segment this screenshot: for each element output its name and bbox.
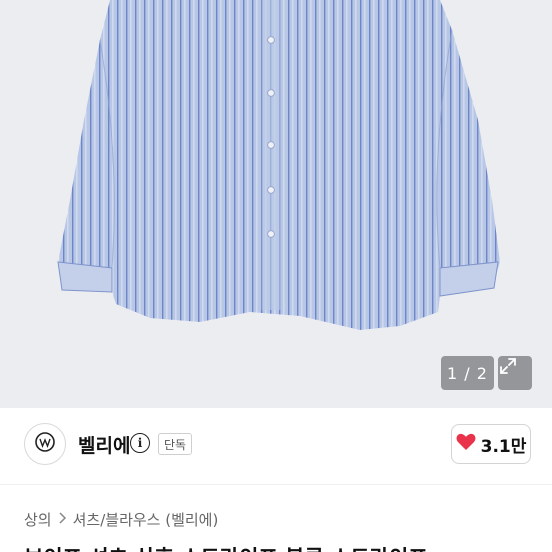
breadcrumb-item-category[interactable]: 상의: [24, 509, 52, 530]
breadcrumb: 상의 셔츠/블라우스 (벨리에): [24, 509, 218, 530]
heart-icon: [456, 433, 476, 455]
info-icon[interactable]: i: [130, 433, 150, 453]
brand-logo: [34, 431, 56, 457]
seller-avatar[interactable]: [24, 423, 66, 465]
like-button[interactable]: 3.1만: [451, 424, 531, 464]
breadcrumb-item-subcategory[interactable]: 셔츠/블라우스 (벨리에): [73, 509, 219, 530]
exclusive-badge: 단독: [158, 433, 193, 455]
image-counter: 1 / 2: [441, 356, 494, 390]
like-count: 3.1만: [480, 436, 527, 457]
seller-name[interactable]: 벨리에: [78, 431, 130, 458]
chevron-right-icon: [58, 511, 67, 528]
expand-button[interactable]: [498, 356, 532, 390]
section-divider: [0, 484, 552, 485]
product-title: 보이프 셔츠 상후 스트라이프 블루 스트라이프: [24, 542, 428, 552]
shirt-illustration: [57, 0, 500, 330]
product-image[interactable]: 1 / 2: [0, 0, 552, 408]
